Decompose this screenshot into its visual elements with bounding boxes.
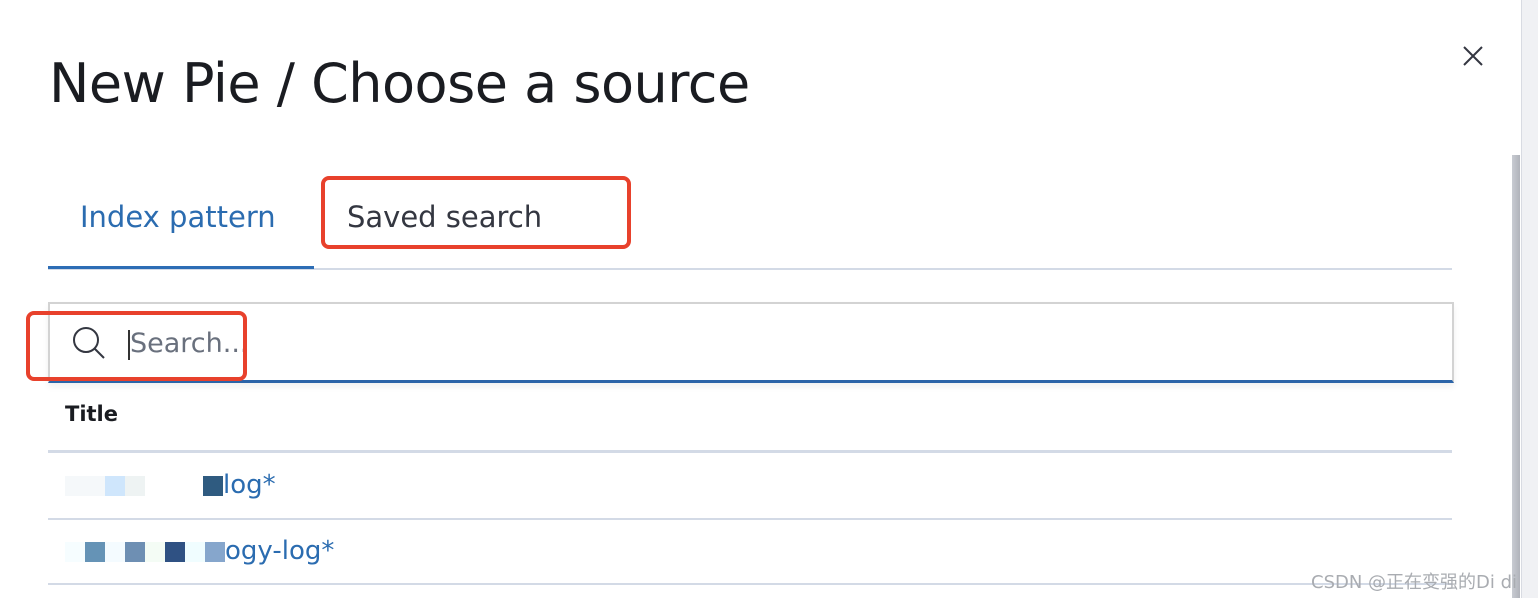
- redacted-block: [65, 475, 105, 496]
- list-item[interactable]: log*: [65, 470, 276, 500]
- close-icon: [1463, 46, 1483, 66]
- list-item-label: ogy-log*: [225, 536, 335, 566]
- annotation-box-saved-search: [321, 176, 631, 249]
- redacted-block: [125, 475, 145, 496]
- scrollbar[interactable]: [1512, 155, 1520, 598]
- redacted-block: [203, 475, 223, 496]
- row-divider: [48, 518, 1452, 520]
- selected-tab-indicator: [48, 266, 314, 269]
- close-button[interactable]: [1461, 44, 1485, 68]
- redacted-block: [125, 541, 145, 562]
- header-divider: [48, 450, 1452, 453]
- watermark: CSDN @正在变强的Di di: [1311, 572, 1518, 593]
- list-item-label: log*: [223, 470, 276, 500]
- redacted-block: [205, 541, 225, 562]
- list-item[interactable]: ogy-log*: [65, 536, 334, 566]
- search-field-container: [48, 302, 1454, 383]
- redacted-block: [85, 541, 105, 562]
- redacted-block: [105, 475, 125, 496]
- row-divider: [48, 583, 1452, 585]
- column-header-title: Title: [65, 402, 119, 426]
- tab-index-pattern[interactable]: Index pattern: [80, 200, 276, 234]
- redacted-block: [65, 541, 85, 562]
- redacted-block: [165, 541, 185, 562]
- annotation-box-search: [26, 311, 247, 381]
- page-edge: [1521, 0, 1538, 598]
- modal-title: New Pie / Choose a source: [49, 52, 750, 115]
- search-input[interactable]: [128, 316, 1432, 370]
